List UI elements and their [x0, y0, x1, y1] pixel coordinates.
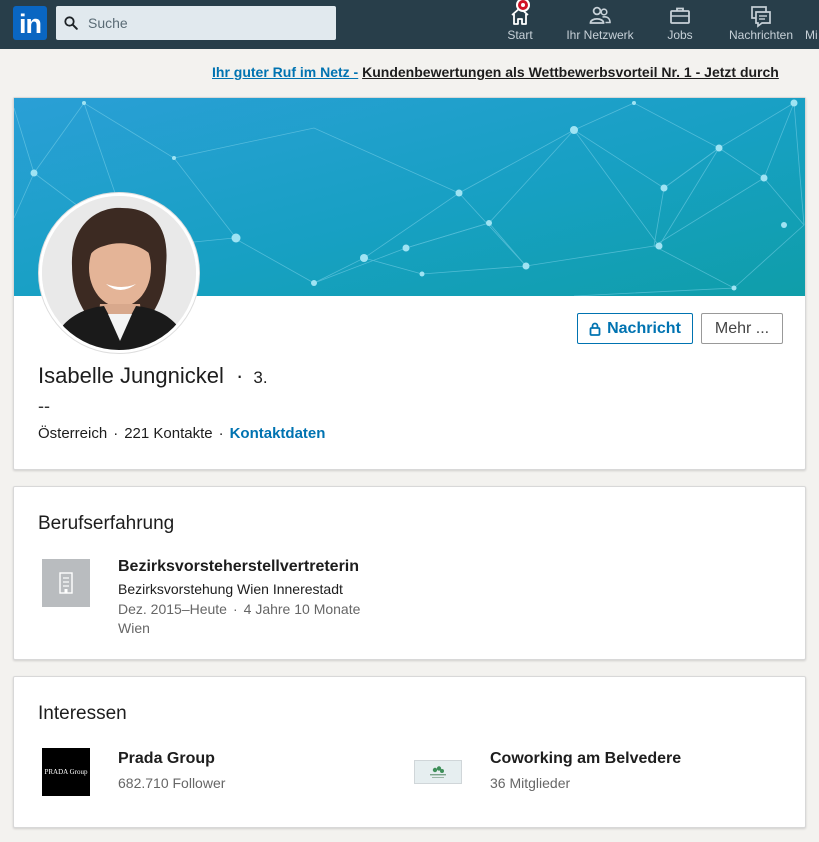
coworking-logo-image — [415, 761, 461, 783]
interest-followers: 682.710 Follower — [118, 775, 226, 791]
experience-title: Berufserfahrung — [38, 513, 175, 534]
lock-icon — [589, 322, 601, 336]
connection-degree: 3. — [253, 368, 268, 387]
experience-date-range: Dez. 2015–Heute — [118, 601, 227, 617]
briefcase-icon — [670, 7, 690, 24]
message-button[interactable]: Nachricht — [577, 313, 693, 344]
prada-group-logo[interactable]: PRADA Group — [42, 748, 90, 796]
interest-name[interactable]: Coworking am Belvedere — [490, 750, 681, 768]
nav-item-network[interactable]: Ihr Netzwerk — [560, 0, 640, 49]
interest-members: 36 Mitglieder — [490, 775, 571, 791]
experience-organization: Bezirksvorstehung Wien Innerestadt — [118, 581, 343, 597]
search-input[interactable] — [86, 14, 320, 32]
messages-icon — [751, 6, 771, 28]
nav-item-jobs[interactable]: Jobs — [660, 0, 700, 49]
coworking-logo[interactable] — [414, 760, 462, 784]
separator-dot: · — [236, 363, 244, 388]
message-button-label: Nachricht — [607, 319, 681, 337]
profile-card: Nachricht Mehr ... Isabelle Jungnickel ·… — [13, 97, 806, 470]
separator-dot: · — [113, 425, 119, 442]
nav-label: Jobs — [667, 28, 693, 42]
sponsored-ad-line[interactable]: Ihr guter Ruf im Netz - Kundenbewertunge… — [212, 64, 779, 80]
interests-title: Interessen — [38, 703, 127, 724]
experience-role[interactable]: Bezirksvorsteherstellvertreterin — [118, 558, 359, 576]
nav-item-messages[interactable]: Nachrichten — [723, 0, 799, 49]
contact-info-link[interactable]: Kontaktdaten — [230, 425, 326, 442]
nav-item-more[interactable]: Mi — [805, 0, 819, 49]
profile-photo — [42, 196, 196, 350]
people-icon — [589, 6, 611, 24]
search-box[interactable] — [56, 6, 336, 40]
experience-card: Berufserfahrung Bezirksvorsteherstellver… — [13, 486, 806, 660]
profile-avatar[interactable] — [39, 193, 199, 353]
nav-label: Start — [507, 28, 533, 42]
interest-name[interactable]: Prada Group — [118, 750, 215, 768]
connection-count[interactable]: 221 Kontakte — [124, 425, 212, 442]
separator-dot: · — [232, 601, 238, 617]
interests-card: Interessen PRADA Group Prada Group 682.7… — [13, 676, 806, 828]
profile-name: Isabelle Jungnickel — [38, 363, 224, 388]
ad-text[interactable]: Kundenbewertungen als Wettbewerbsvorteil… — [362, 64, 779, 80]
profile-location: Österreich — [38, 425, 108, 442]
building-icon — [59, 572, 73, 594]
profile-name-row: Isabelle Jungnickel · 3. — [38, 363, 268, 389]
nav-label: Nachrichten — [728, 28, 794, 42]
experience-dates: Dez. 2015–Heute · 4 Jahre 10 Monate — [118, 601, 360, 617]
experience-location: Wien — [118, 620, 150, 636]
linkedin-logo[interactable]: in — [13, 6, 47, 40]
company-logo-placeholder[interactable] — [42, 559, 90, 607]
top-navigation-bar: in Start Ihr Netzwerk Jobs — [0, 0, 819, 49]
separator-dot: · — [218, 425, 224, 442]
more-button[interactable]: Mehr ... — [701, 313, 783, 344]
search-icon — [64, 16, 78, 30]
profile-headline: -- — [38, 396, 50, 416]
nav-label: Ihr Netzwerk — [566, 28, 634, 42]
ad-link[interactable]: Ihr guter Ruf im Netz - — [212, 64, 358, 80]
experience-duration: 4 Jahre 10 Monate — [243, 601, 361, 617]
nav-item-start[interactable]: Start — [500, 0, 540, 49]
profile-meta: Österreich · 221 Kontakte · Kontaktdaten — [38, 425, 325, 442]
nav-label: Mi — [805, 28, 818, 42]
